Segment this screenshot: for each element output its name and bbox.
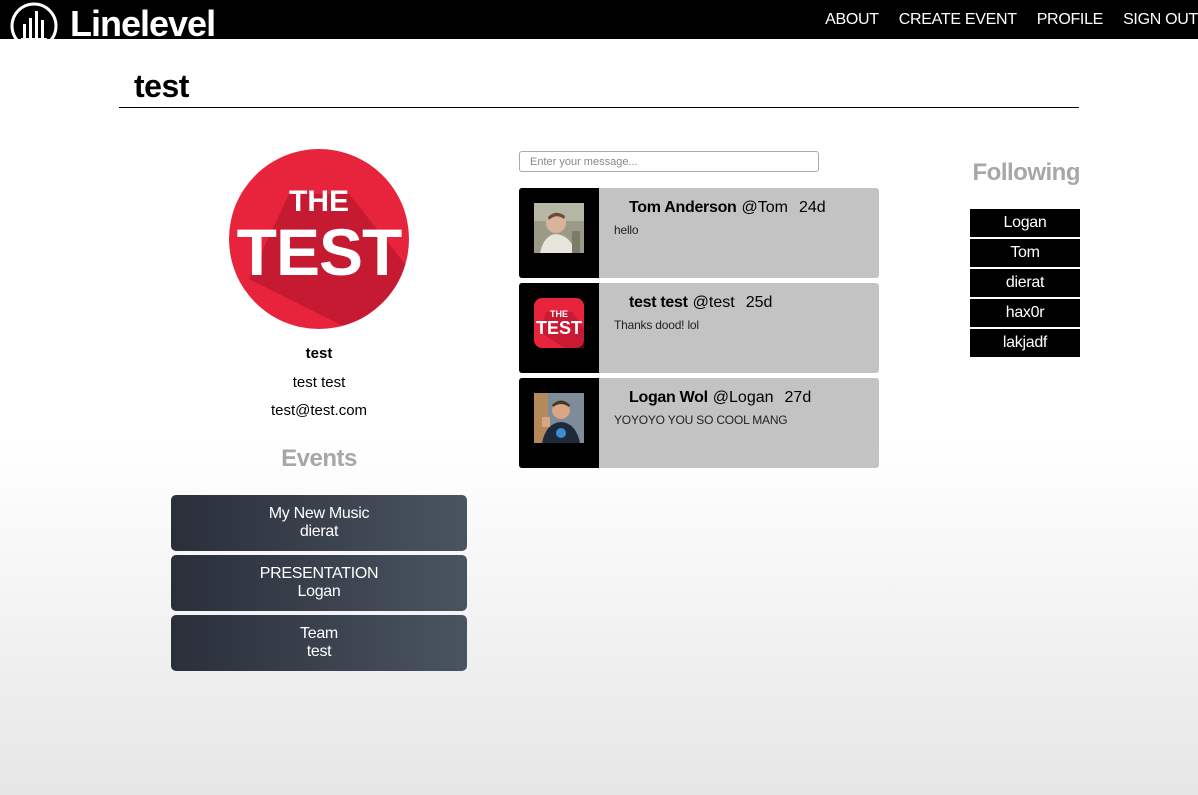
event-card[interactable]: Team test	[171, 615, 467, 671]
following-item[interactable]: lakjadf	[970, 329, 1080, 357]
logo-bars-icon[interactable]	[10, 2, 58, 50]
post-handle[interactable]: @Tom	[742, 199, 788, 216]
event-card[interactable]: My New Music dierat	[171, 495, 467, 551]
user-avatar[interactable]: THE TEST	[534, 298, 584, 348]
svg-text:TEST: TEST	[237, 215, 402, 289]
message-input[interactable]	[519, 151, 819, 172]
event-owner: Logan	[297, 583, 341, 600]
main-nav: ABOUT CREATE EVENT PROFILE SIGN OUT	[805, 0, 1198, 39]
nav-profile-link[interactable]: PROFILE	[1037, 0, 1104, 39]
feed-post: Tom Anderson @Tom 24d hello	[519, 188, 879, 278]
following-item[interactable]: hax0r	[970, 299, 1080, 327]
post-message: Thanks dood! lol	[614, 318, 699, 332]
post-age: 24d	[798, 199, 826, 216]
following-item[interactable]: Tom	[970, 239, 1080, 267]
post-handle[interactable]: @test	[693, 294, 735, 311]
user-avatar[interactable]	[534, 393, 584, 443]
post-handle[interactable]: @Logan	[713, 389, 774, 406]
profile-username: test	[305, 345, 333, 362]
profile-full-name: test test	[292, 374, 346, 391]
event-name: Team	[300, 625, 338, 642]
svg-text:TEST: TEST	[536, 318, 582, 338]
title-divider	[119, 107, 1079, 108]
event-card[interactable]: PRESENTATION Logan	[171, 555, 467, 611]
nav-sign-out-link[interactable]: SIGN OUT	[1123, 0, 1198, 39]
post-age: 27d	[784, 389, 812, 406]
event-name: My New Music	[268, 505, 370, 522]
nav-about-link[interactable]: ABOUT	[825, 0, 879, 39]
event-owner: test	[306, 643, 332, 660]
following-item[interactable]: Logan	[970, 209, 1080, 237]
user-avatar[interactable]	[534, 203, 584, 253]
event-name: PRESENTATION	[259, 565, 379, 582]
feed-post: THE TEST test test @test 25d Thanks dood! …	[519, 283, 879, 373]
logo-text[interactable]: Linelevel	[70, 2, 215, 39]
nav-create-event-link[interactable]: CREATE EVENT	[899, 0, 1017, 39]
following-heading: Following	[972, 159, 1081, 186]
following-item[interactable]: dierat	[970, 269, 1080, 297]
event-owner: dierat	[299, 523, 339, 540]
top-nav-bar: Linelevel ABOUT CREATE EVENT PROFILE SIG…	[0, 0, 1198, 50]
page-title: test	[134, 68, 189, 104]
post-message: YOYOYO YOU SO COOL MANG	[614, 413, 788, 427]
profile-email: test@test.com	[270, 402, 368, 419]
events-heading: Events	[281, 445, 357, 472]
profile-avatar: THE TEST	[229, 149, 409, 329]
svg-text:THE: THE	[289, 185, 349, 218]
post-author[interactable]: Tom Anderson	[629, 199, 737, 216]
post-age: 25d	[745, 294, 773, 311]
post-author[interactable]: Logan Wol	[629, 389, 708, 406]
feed-post: Logan Wol @Logan 27d YOYOYO YOU SO COOL MA…	[519, 378, 879, 468]
post-author[interactable]: test test	[629, 294, 688, 311]
post-message: hello	[614, 223, 639, 237]
